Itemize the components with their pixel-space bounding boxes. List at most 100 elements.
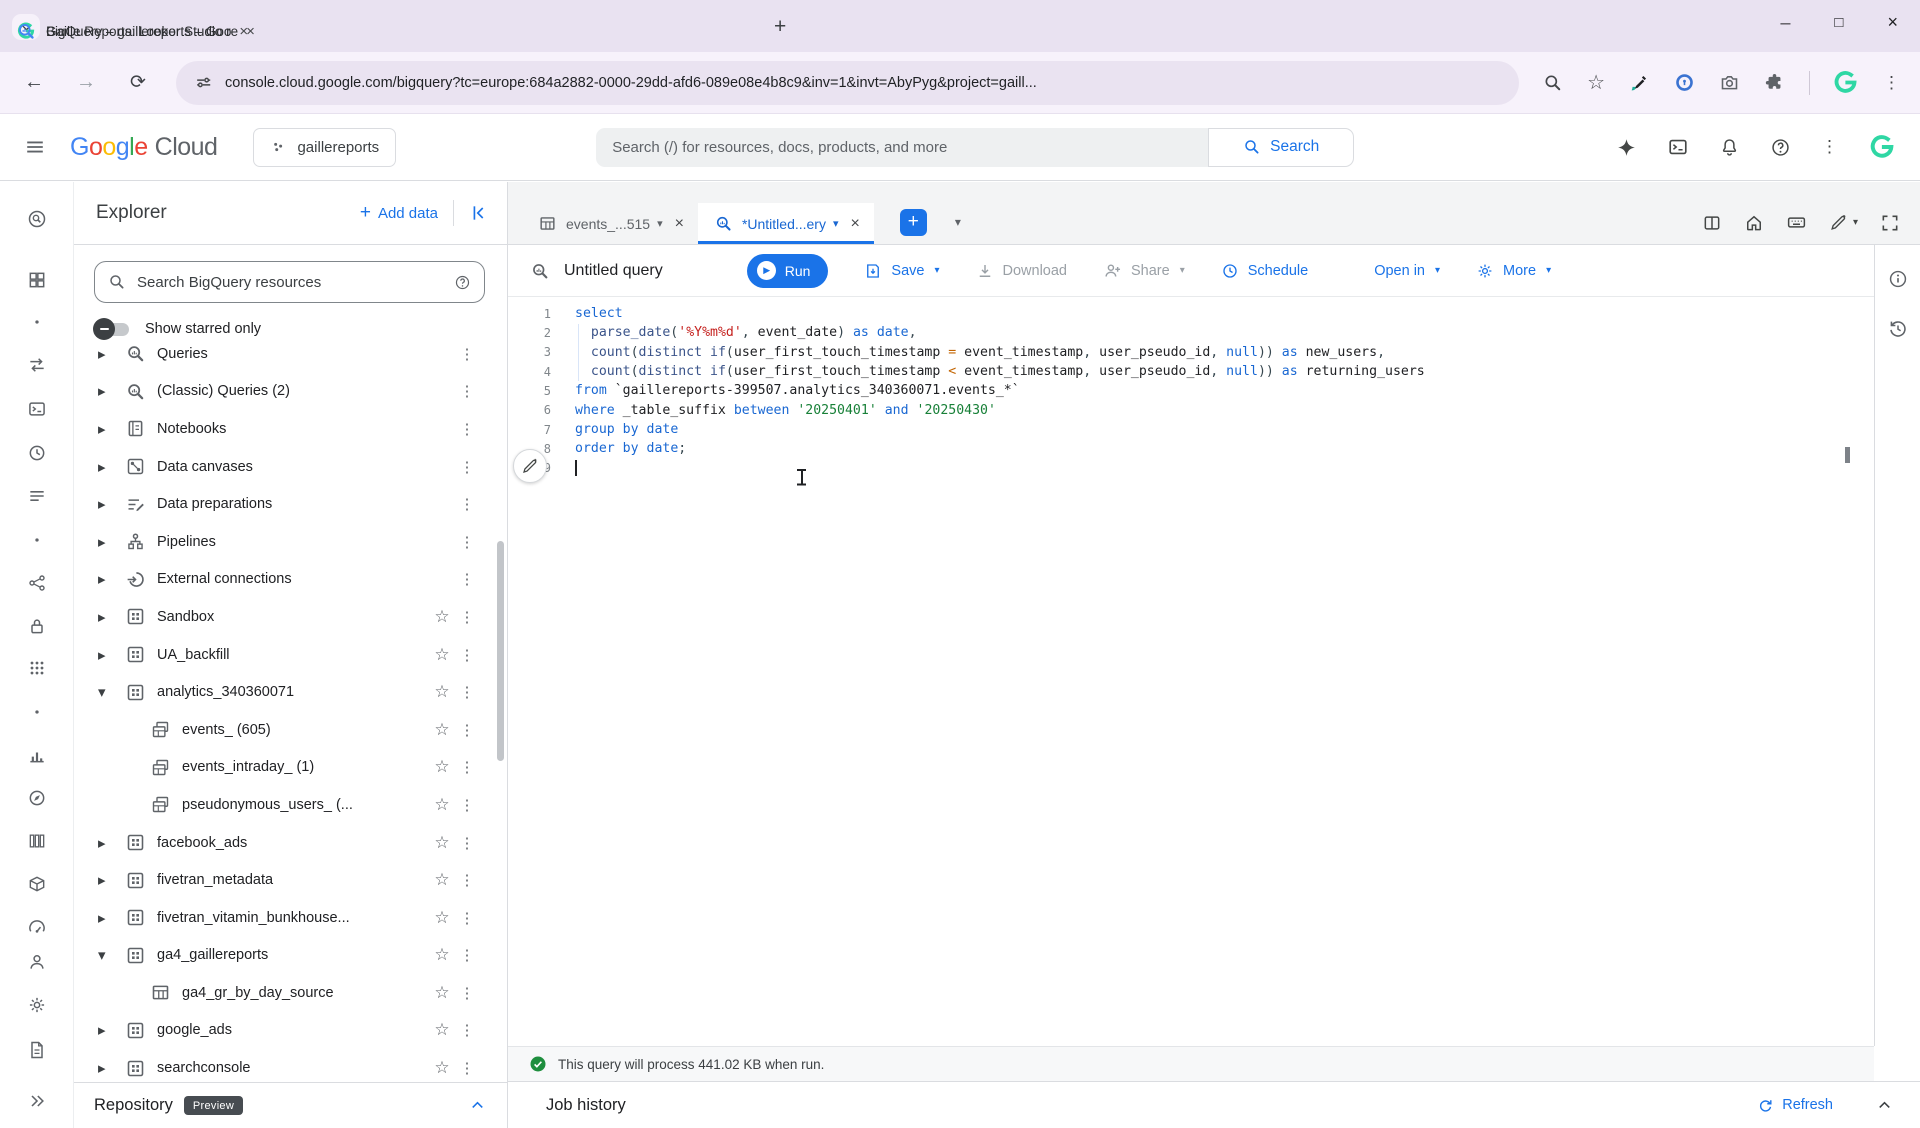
tree-row[interactable]: ga4_gaillereports ☆ ⋮ [74,937,493,975]
job-history-bar[interactable]: Job history Refresh [508,1081,1920,1128]
sql-editor[interactable]: 1 select 2 parse_date('%Y%m%d', event_date… [508,298,1874,1046]
tree-row[interactable]: events_intraday_ (1) ☆ ⋮ [74,749,493,787]
share-button[interactable]: Share ▾ [1103,261,1185,280]
expander-icon[interactable] [98,646,125,664]
star-icon[interactable]: ☆ [427,983,457,1003]
more-options-icon[interactable]: ⋮ [457,721,477,739]
resource-search-input[interactable]: Search BigQuery resources [94,261,485,303]
new-tab-button[interactable]: + [774,15,786,39]
more-options-icon[interactable]: ⋮ [457,646,477,664]
star-icon[interactable]: ☆ [427,945,457,965]
tab-overflow-caret-icon[interactable]: ▾ [955,215,961,229]
analytics-icon[interactable] [27,745,47,765]
bookmark-star-icon[interactable]: ☆ [1587,70,1605,95]
tree-row[interactable]: google_ads ☆ ⋮ [74,1012,493,1050]
more-options-icon[interactable]: ⋮ [457,345,477,363]
notifications-icon[interactable] [1719,137,1740,158]
star-icon[interactable]: ☆ [427,645,457,665]
browser-tab[interactable]: BigQuery – gaillereports – Goo × [0,10,260,52]
tree-row[interactable]: pseudonymous_users_ (... ☆ ⋮ [74,786,493,824]
collapse-panel-icon[interactable] [469,203,489,223]
site-settings-icon[interactable] [194,73,213,92]
more-options-icon[interactable]: ⋮ [457,796,477,814]
close-tab-icon[interactable]: × [675,215,684,233]
tree-row[interactable]: Notebooks ⋮ [74,410,493,448]
cloud-search-button[interactable]: Search [1208,127,1355,167]
expander-icon[interactable] [98,946,125,964]
divider-dot-icon[interactable] [27,702,47,722]
account-avatar[interactable] [1868,133,1896,161]
sql-workspace-icon[interactable] [27,399,47,419]
tree-row[interactable]: Data canvases ⋮ [74,448,493,486]
screenshot-extension-icon[interactable] [1719,72,1740,93]
expander-icon[interactable] [98,420,125,438]
discover-icon[interactable] [27,788,47,808]
settings-icon[interactable] [27,995,47,1015]
code-area[interactable]: 1 select 2 parse_date('%Y%m%d', event_date… [508,298,1874,478]
star-icon[interactable]: ☆ [427,908,457,928]
star-icon[interactable]: ☆ [427,720,457,740]
expander-icon[interactable] [98,909,125,927]
tree-row[interactable]: ga4_gr_by_day_source ☆ ⋮ [74,974,493,1012]
add-data-button[interactable]: + Add data [360,202,438,224]
star-icon[interactable]: ☆ [427,795,457,815]
color-picker-extension-icon[interactable] [1629,72,1650,93]
code-line[interactable]: 7 group by date [508,420,1874,439]
tree-row[interactable]: Queries ⋮ [74,335,493,373]
tree-row[interactable]: searchconsole ☆ ⋮ [74,1049,493,1082]
code-line[interactable]: 2 parse_date('%Y%m%d', event_date) as da… [508,323,1874,342]
more-menu-icon[interactable]: ⋮ [1821,137,1838,157]
expander-icon[interactable] [98,533,125,551]
schedule-button[interactable]: Schedule [1221,262,1308,280]
more-options-icon[interactable]: ⋮ [457,382,477,400]
project-picker[interactable]: gaillereports [253,127,397,167]
more-options-icon[interactable]: ⋮ [457,834,477,852]
expander-icon[interactable] [98,495,125,513]
browser-profile-avatar[interactable] [1832,69,1859,96]
close-tab-icon[interactable]: × [851,215,860,233]
code-line[interactable]: 5 from `gaillereports-399507.analytics_34… [508,381,1874,400]
star-icon[interactable]: ☆ [427,757,457,777]
code-line[interactable]: 6 where _table_suffix between '20250401' … [508,401,1874,420]
lists-icon[interactable] [27,486,47,506]
expander-icon[interactable] [98,570,125,588]
apps-icon[interactable] [27,658,47,678]
editor-tab[interactable]: *Untitled...ery ▾ × [697,203,874,244]
expander-icon[interactable] [98,608,125,626]
star-icon[interactable]: ☆ [427,870,457,890]
transfers-icon[interactable] [27,355,47,375]
expander-icon[interactable] [98,834,125,852]
expander-icon[interactable] [98,458,125,476]
more-options-icon[interactable]: ⋮ [457,1021,477,1039]
sql-assist-control[interactable]: ▾ [1829,213,1858,232]
docs-icon[interactable] [27,1040,47,1060]
back-button[interactable]: ← [20,71,48,94]
tree-row[interactable]: UA_backfill ☆ ⋮ [74,636,493,674]
run-button[interactable]: ▶ Run [746,253,829,288]
more-options-icon[interactable]: ⋮ [457,570,477,588]
show-starred-toggle[interactable] [93,317,129,340]
tree-row[interactable]: Data preparations ⋮ [74,485,493,523]
tab-menu-caret-icon[interactable]: ▾ [833,217,839,230]
more-options-icon[interactable]: ⋮ [457,420,477,438]
more-options-icon[interactable]: ⋮ [457,1059,477,1077]
code-line[interactable]: 4 count(distinct if(user_first_touch_tim… [508,362,1874,381]
job-history-icon[interactable] [1887,319,1908,340]
star-icon[interactable]: ☆ [427,833,457,853]
dashboard-icon[interactable] [27,270,47,290]
forward-button[interactable]: → [72,71,100,94]
split-tab-icon[interactable] [1702,213,1722,233]
new-query-tab-button[interactable]: + [899,209,927,236]
star-icon[interactable]: ☆ [427,682,457,702]
welcome-home-icon[interactable] [1744,213,1764,233]
navigation-menu-icon[interactable] [24,136,46,158]
tree-row[interactable]: (Classic) Queries (2) ⋮ [74,373,493,411]
minimize-button[interactable]: ─ [1781,15,1791,31]
code-line[interactable]: 9 [508,459,1874,478]
expander-icon[interactable] [98,382,125,400]
download-button[interactable]: Download [976,262,1067,280]
more-button[interactable]: More ▾ [1476,262,1551,280]
collapse-job-history-icon[interactable] [1875,1096,1894,1115]
expand-repository-icon[interactable] [468,1096,487,1115]
tree-row[interactable]: Pipelines ⋮ [74,523,493,561]
